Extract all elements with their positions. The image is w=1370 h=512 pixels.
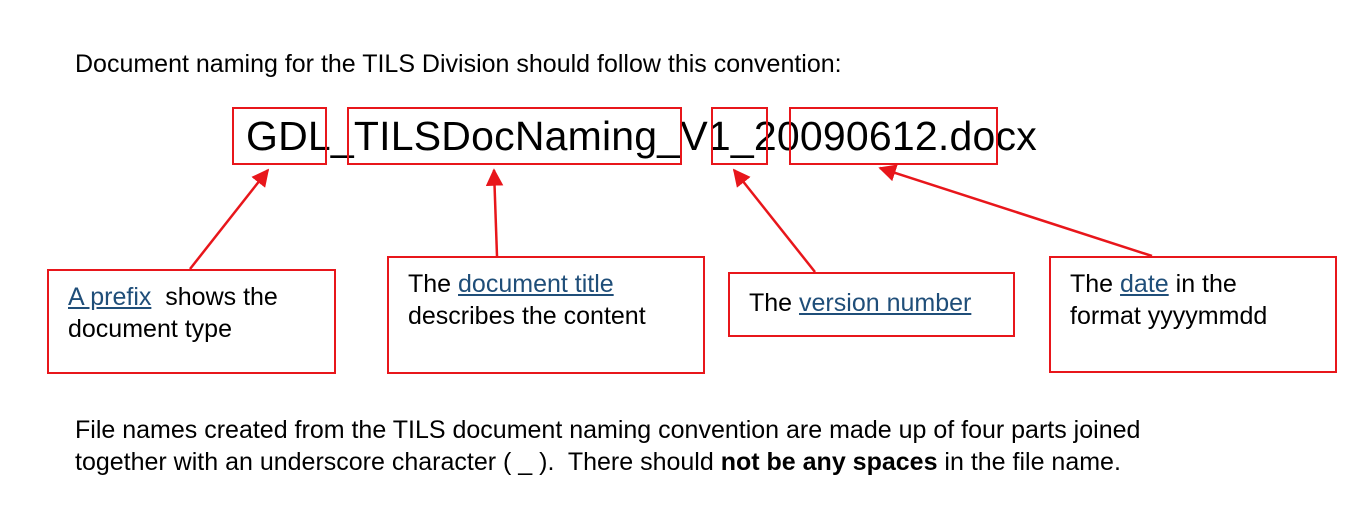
- version-callout-text: The: [749, 289, 800, 317]
- footer-explanation: File names created from the TILS documen…: [75, 414, 1140, 478]
- date-callout-text-post: in the: [1168, 270, 1237, 298]
- version-callout: The version number: [728, 272, 1015, 337]
- date-callout-text-line2: format yyyymmdd: [1070, 302, 1268, 330]
- date-callout-text: The: [1070, 270, 1121, 298]
- prefix-link[interactable]: A prefix: [68, 283, 151, 311]
- footer-emphasis: not be any spaces: [720, 448, 938, 476]
- prefix-callout: A prefix shows the document type: [47, 269, 336, 374]
- title-arrow: [485, 168, 504, 257]
- prefix-callout-text-line2: document type: [68, 315, 232, 343]
- date-callout: The date in the format yyyymmdd: [1049, 256, 1337, 373]
- document-title-link[interactable]: document title: [458, 270, 614, 298]
- title-callout-text-line2: describes the content: [408, 302, 646, 330]
- date-arrow: [878, 164, 1153, 258]
- prefix-callout-text: shows the: [151, 283, 278, 311]
- footer-line-2: together with an underscore character ( …: [75, 446, 1140, 478]
- footer-line-1: File names created from the TILS documen…: [75, 416, 1141, 444]
- version-number-link[interactable]: version number: [799, 289, 971, 317]
- footer-line-2-start: together with an underscore character ( …: [75, 448, 721, 476]
- date-link[interactable]: date: [1120, 270, 1169, 298]
- footer-line-2-end: in the file name.: [937, 448, 1121, 476]
- title-callout: The document title describes the content: [387, 256, 705, 374]
- version-arrow: [732, 168, 816, 273]
- prefix-arrow: [189, 168, 270, 270]
- title-callout-text: The: [408, 270, 459, 298]
